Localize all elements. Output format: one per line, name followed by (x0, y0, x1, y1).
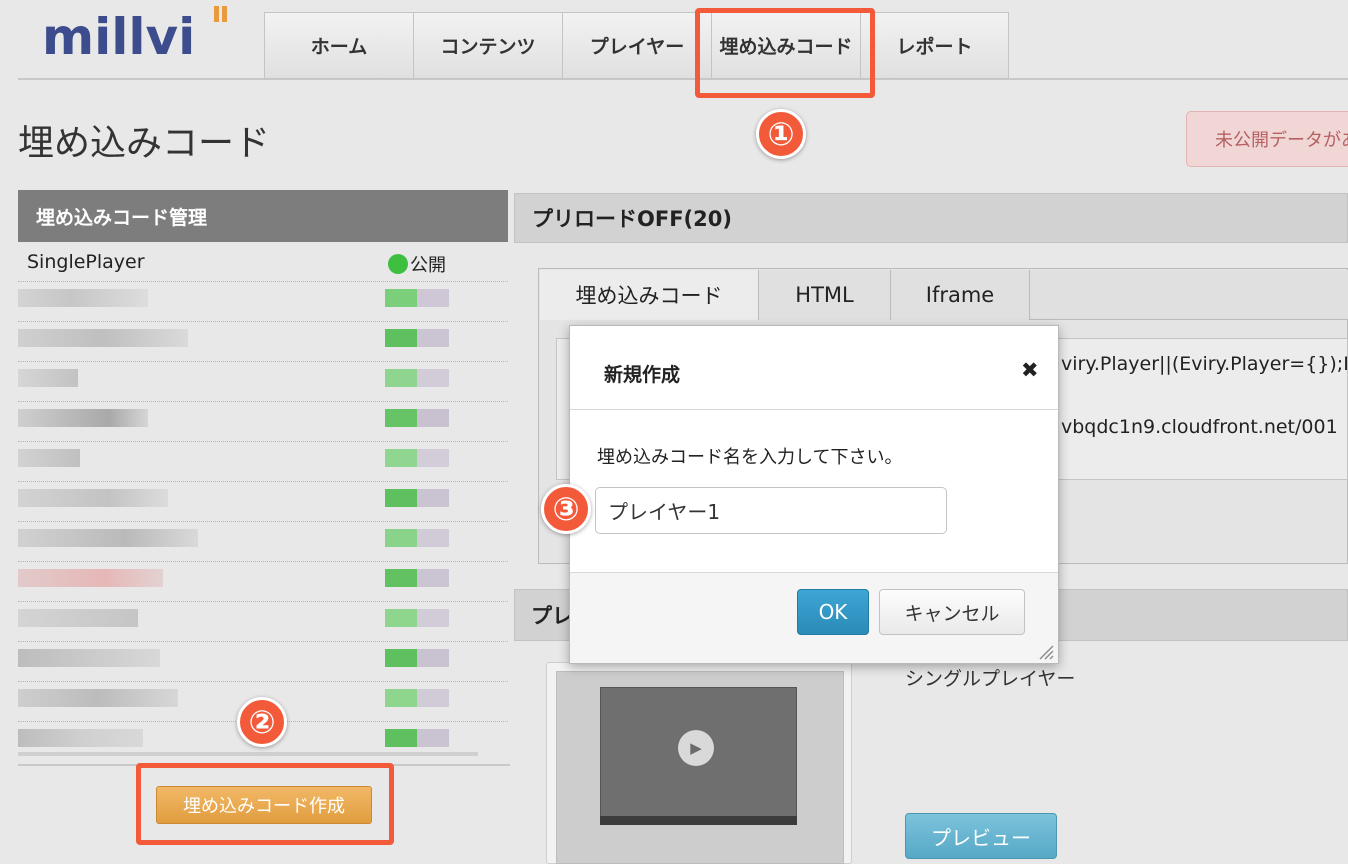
logo-text: millvi (42, 8, 195, 60)
list-item[interactable]: SinglePlayer 公開 (18, 242, 508, 282)
blurred-status (385, 369, 449, 387)
list-item[interactable] (18, 642, 508, 682)
cancel-button[interactable]: キャンセル (879, 589, 1025, 635)
callout-highlight-1 (695, 8, 875, 98)
list-item[interactable] (18, 482, 508, 522)
play-icon[interactable]: ▶ (678, 730, 714, 766)
blurred-status (385, 649, 449, 667)
resize-grip-icon[interactable] (1036, 642, 1054, 660)
list-item[interactable] (18, 282, 508, 322)
code-line-1: viry.Player||(Eviry.Player={});Ev (1061, 353, 1348, 375)
code-line-2: vbqdc1n9.cloudfront.net/001 (1061, 416, 1338, 438)
ok-button[interactable]: OK (797, 589, 869, 635)
blurred-name (18, 649, 160, 667)
list-item[interactable] (18, 442, 508, 482)
tab-html[interactable]: HTML (759, 270, 891, 320)
blurred-status (385, 569, 449, 587)
blurred-status (385, 409, 449, 427)
code-tabs: 埋め込みコード HTML Iframe (540, 270, 1030, 320)
callout-badge-3: ③ (541, 484, 591, 534)
video-control-bar (600, 816, 797, 825)
dialog-title: 新規作成 (604, 364, 681, 386)
blurred-name (18, 409, 148, 427)
list-scrollbar[interactable] (18, 752, 478, 756)
tab-embed-code[interactable]: 埋め込みコード (540, 270, 759, 320)
close-icon[interactable]: ✖ (1021, 358, 1039, 382)
blurred-name (18, 729, 143, 747)
status-dot-icon (388, 254, 408, 274)
blurred-name (18, 569, 163, 587)
nav-tab-contents[interactable]: コンテンツ (413, 12, 562, 79)
list-item[interactable] (18, 602, 508, 642)
list-item-name: SinglePlayer (27, 251, 145, 273)
blurred-status (385, 489, 449, 507)
list-item[interactable] (18, 562, 508, 602)
blurred-status (385, 289, 449, 307)
dialog-divider (570, 409, 1058, 410)
tabs-background (1030, 270, 1348, 320)
status-label: 公開 (410, 255, 446, 276)
preview-button[interactable]: プレビュー (905, 813, 1057, 859)
blurred-status (385, 529, 449, 547)
blurred-name (18, 449, 80, 467)
blurred-status (385, 449, 449, 467)
page-title: 埋め込みコード (18, 123, 271, 164)
preload-off-header: プリロードOFF(20) (514, 193, 1348, 243)
list-item[interactable] (18, 522, 508, 562)
blurred-name (18, 689, 178, 707)
nav-tab-report[interactable]: レポート (860, 12, 1009, 79)
player-name-label: シングルプレイヤー (905, 668, 1076, 690)
blurred-status (385, 329, 449, 347)
blurred-status (385, 609, 449, 627)
list-item[interactable] (18, 362, 508, 402)
embed-code-list: SinglePlayer 公開 (18, 242, 508, 760)
blurred-name (18, 369, 78, 387)
unpublished-data-button[interactable]: 未公開データがあります (1186, 111, 1348, 167)
blurred-name (18, 489, 168, 507)
create-embed-code-button[interactable]: 埋め込みコード作成 (156, 786, 372, 824)
tab-iframe[interactable]: Iframe (891, 270, 1030, 320)
status-badge: 公開 (388, 251, 446, 277)
blurred-status (385, 729, 449, 747)
new-create-dialog: 新規作成 ✖ 埋め込みコード名を入力して下さい。 OK キャンセル (569, 325, 1059, 664)
callout-badge-2: ② (237, 697, 287, 747)
embed-code-management-header: 埋め込みコード管理 (18, 190, 508, 242)
main-nav: ホーム コンテンツ プレイヤー 埋め込みコード レポート (264, 12, 1009, 79)
dialog-prompt: 埋め込みコード名を入力して下さい。 (597, 447, 903, 468)
blurred-name (18, 609, 138, 627)
blurred-status (385, 689, 449, 707)
list-item[interactable] (18, 322, 508, 362)
callout-badge-1: ① (756, 109, 806, 159)
embed-code-name-input[interactable] (595, 487, 947, 534)
blurred-name (18, 329, 188, 347)
list-item[interactable] (18, 402, 508, 442)
blurred-name (18, 529, 198, 547)
blurred-name (18, 289, 148, 307)
nav-tab-home[interactable]: ホーム (264, 12, 413, 79)
millvi-logo[interactable]: millvi (42, 4, 252, 66)
nav-tab-player[interactable]: プレイヤー (562, 12, 711, 79)
